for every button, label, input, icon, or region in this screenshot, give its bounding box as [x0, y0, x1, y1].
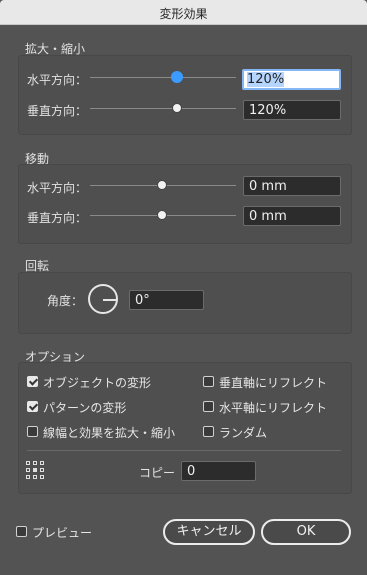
- scale-horizontal-input-value: 120%: [247, 72, 285, 87]
- ok-button[interactable]: OK: [261, 519, 351, 545]
- scale-horizontal-input[interactable]: 120%: [242, 69, 341, 90]
- preview-checkbox[interactable]: [16, 526, 27, 537]
- transform-objects-label: オブジェクトの変形: [43, 376, 152, 390]
- preview-label: プレビュー: [32, 526, 93, 540]
- reflect-x-checkbox[interactable]: [203, 401, 214, 412]
- random-checkbox[interactable]: [203, 426, 214, 437]
- move-horizontal-input[interactable]: 0 mm: [243, 176, 341, 196]
- cancel-button[interactable]: キャンセル: [163, 519, 255, 545]
- scale-vertical-slider-thumb[interactable]: [172, 103, 182, 113]
- move-horizontal-label: 水平方向：: [27, 181, 88, 195]
- copies-input[interactable]: 0: [181, 461, 256, 481]
- angle-dial-needle: [103, 299, 116, 301]
- scale-horizontal-slider-thumb[interactable]: [171, 71, 183, 83]
- transform-objects-checkbox[interactable]: [27, 376, 38, 387]
- options-divider: [27, 450, 341, 451]
- transform-patterns-checkbox[interactable]: [27, 401, 38, 412]
- move-vertical-label: 垂直方向：: [27, 211, 88, 225]
- transform-patterns-label: パターンの変形: [43, 401, 127, 415]
- scale-group: [18, 55, 352, 135]
- copies-label: コピー: [139, 466, 176, 480]
- random-label: ランダム: [219, 426, 268, 440]
- scale-vertical-slider-track[interactable]: [90, 108, 236, 109]
- title-bar[interactable]: 変形効果: [0, 0, 367, 25]
- dialog-title: 変形効果: [159, 7, 208, 21]
- move-horizontal-slider-thumb[interactable]: [157, 180, 167, 190]
- scale-horizontal-slider-track[interactable]: [90, 77, 236, 78]
- reflect-y-label: 垂直軸にリフレクト: [219, 376, 328, 390]
- move-vertical-input[interactable]: 0 mm: [243, 206, 341, 226]
- reference-point-icon[interactable]: [26, 461, 44, 479]
- scale-vertical-label: 垂直方向：: [27, 104, 88, 118]
- scale-vertical-input[interactable]: 120%: [243, 100, 341, 120]
- reflect-x-label: 水平軸にリフレクト: [219, 401, 328, 415]
- scale-strokes-checkbox[interactable]: [27, 426, 38, 437]
- angle-label: 角度：: [47, 294, 84, 308]
- move-vertical-slider-thumb[interactable]: [157, 210, 167, 220]
- angle-input[interactable]: 0°: [129, 290, 204, 310]
- reflect-y-checkbox[interactable]: [203, 376, 214, 387]
- scale-strokes-label: 線幅と効果を拡大・縮小: [43, 426, 176, 440]
- scale-horizontal-label: 水平方向：: [27, 73, 88, 87]
- angle-dial-icon[interactable]: [88, 284, 118, 314]
